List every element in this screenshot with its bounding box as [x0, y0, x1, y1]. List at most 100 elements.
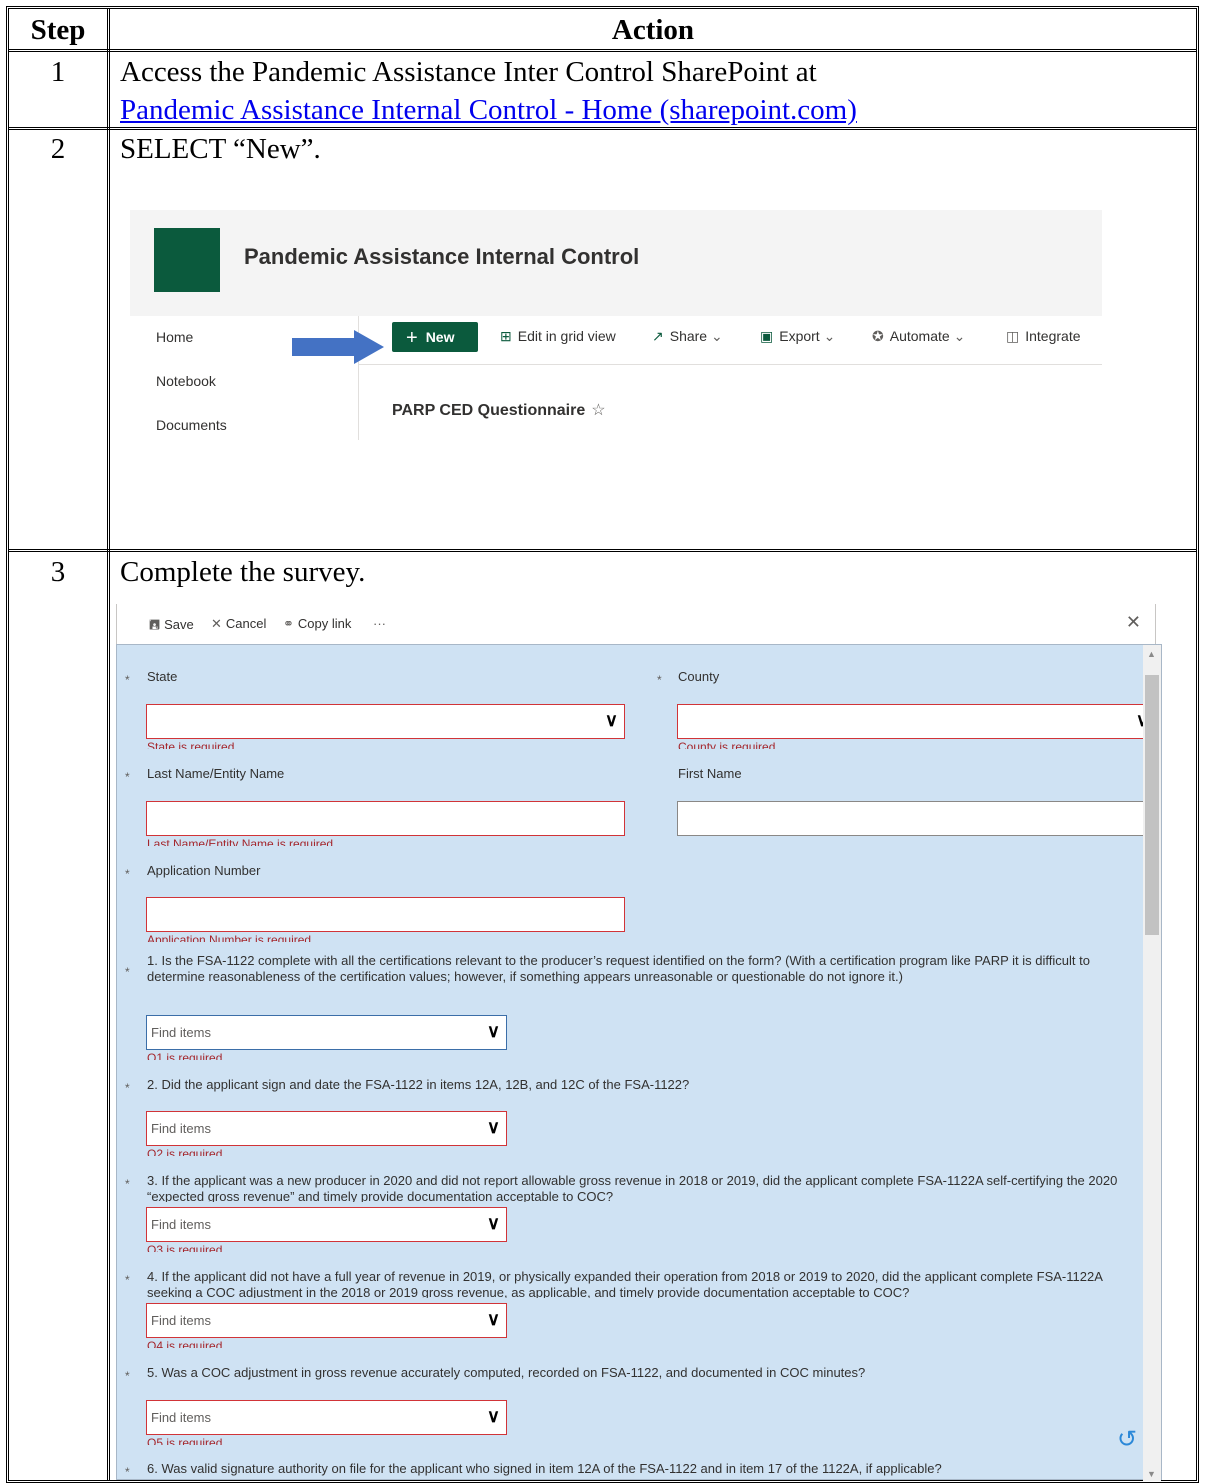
chevron-down-icon: ∨	[486, 1117, 500, 1137]
form-toolbar: 🖪 Save ✕ Cancel ⚭ Copy link ··· ✕	[116, 604, 1156, 644]
share-icon: ↗	[652, 328, 664, 344]
nav-item-home[interactable]: Home	[156, 322, 227, 366]
county-error: County is required	[678, 740, 776, 749]
form-body: * State * County ∨ ∨ State is required C…	[116, 644, 1162, 1481]
required-marker: *	[657, 673, 662, 687]
last-name-error: Last Name/Entity Name is required	[147, 837, 334, 846]
step-number: 2	[50, 133, 66, 165]
chevron-down-icon: ∨	[486, 1021, 500, 1041]
survey-form-screenshot: 🖪 Save ✕ Cancel ⚭ Copy link ··· ✕ * State *…	[116, 604, 1162, 1481]
question-4: 4. If the applicant did not have a full …	[147, 1269, 1103, 1298]
state-label: State	[147, 669, 178, 684]
required-marker: *	[125, 867, 130, 881]
row-divider	[9, 549, 1196, 552]
step-number: 1	[50, 56, 66, 88]
new-button[interactable]: + New	[392, 322, 478, 352]
chevron-down-icon: ⌄	[823, 328, 836, 344]
chevron-down-icon: ∨	[486, 1406, 500, 1426]
column-divider	[107, 9, 110, 1480]
cancel-label: Cancel	[225, 616, 267, 631]
edit-grid-button[interactable]: ⊞ Edit in grid view	[500, 328, 616, 345]
close-icon: ✕	[211, 616, 222, 631]
share-label: Share	[669, 328, 708, 344]
step-number: 3	[50, 556, 66, 588]
last-name-field[interactable]	[146, 801, 625, 836]
scroll-down-icon[interactable]: ▼	[1147, 1469, 1156, 1479]
q3-dropdown[interactable]: Find items ∨	[146, 1207, 507, 1242]
close-icon[interactable]: ✕	[1126, 612, 1141, 633]
save-icon: 🖪	[149, 617, 161, 632]
required-marker: *	[125, 1081, 130, 1095]
excel-icon: ▣	[760, 328, 774, 344]
chevron-down-icon: ⌄	[710, 328, 723, 344]
copy-link-label: Copy link	[297, 616, 352, 631]
question-3: 3. If the applicant was a new producer i…	[147, 1173, 1118, 1202]
form-scrollbar[interactable]: ▲ ▼	[1143, 645, 1161, 1481]
sharepoint-link[interactable]: Pandemic Assistance Internal Control - H…	[120, 94, 857, 126]
question-5: 5. Was a COC adjustment in gross revenue…	[147, 1365, 866, 1380]
star-icon[interactable]: ☆	[591, 402, 605, 419]
chevron-down-icon: ∨	[604, 710, 618, 730]
share-button[interactable]: ↗ Share ⌄	[652, 328, 723, 345]
step-1-text: Access the Pandemic Assistance Inter Con…	[120, 56, 817, 88]
q2-placeholder: Find items	[151, 1121, 211, 1136]
required-marker: *	[125, 1273, 130, 1287]
site-header: Pandemic Assistance Internal Control	[130, 210, 1102, 316]
scroll-up-icon[interactable]: ▲	[1147, 649, 1156, 659]
required-marker: *	[125, 1177, 130, 1191]
county-label: County	[678, 669, 720, 684]
county-dropdown[interactable]: ∨	[677, 704, 1156, 739]
required-marker: *	[125, 1369, 130, 1383]
automate-button[interactable]: ✪ Automate ⌄	[872, 328, 965, 345]
save-label: Save	[164, 617, 194, 632]
site-nav: Home Notebook Documents	[156, 322, 227, 454]
save-button[interactable]: 🖪 Save	[149, 616, 194, 638]
link-icon: ⚭	[283, 616, 294, 631]
step-1-link-wrap: Pandemic Assistance Internal Control - H…	[120, 92, 857, 128]
header-step: Step	[30, 14, 86, 46]
app-number-field[interactable]	[146, 897, 625, 932]
command-bar-divider	[359, 364, 1102, 365]
copy-link-button[interactable]: ⚭ Copy link	[283, 616, 351, 632]
automate-label: Automate	[889, 328, 950, 344]
plus-icon: +	[406, 327, 418, 349]
q5-placeholder: Find items	[151, 1410, 211, 1425]
q1-dropdown[interactable]: Find items ∨	[146, 1015, 507, 1050]
last-name-label: Last Name/Entity Name	[147, 766, 285, 781]
state-dropdown[interactable]: ∨	[146, 704, 625, 739]
integrate-button[interactable]: ◫ Integrate	[1006, 328, 1081, 345]
scrollbar-thumb[interactable]	[1145, 675, 1159, 935]
q2-dropdown[interactable]: Find items ∨	[146, 1111, 507, 1146]
undo-icon[interactable]: ↺	[1117, 1425, 1137, 1454]
more-button[interactable]: ···	[373, 616, 386, 631]
required-marker: *	[125, 1465, 130, 1479]
state-error: State is required	[147, 740, 235, 749]
header-action: Action	[611, 14, 695, 46]
grid-icon: ⊞	[500, 328, 512, 344]
site-logo	[154, 228, 220, 292]
site-title: Pandemic Assistance Internal Control	[244, 244, 640, 269]
required-marker: *	[125, 965, 130, 979]
q1-placeholder: Find items	[151, 1025, 211, 1040]
list-title: PARP CED Questionnaire ☆	[392, 400, 606, 420]
nav-item-documents[interactable]: Documents	[156, 410, 227, 454]
export-label: Export	[779, 328, 820, 344]
app-number-label: Application Number	[147, 863, 261, 878]
q4-dropdown[interactable]: Find items ∨	[146, 1303, 507, 1338]
export-button[interactable]: ▣ Export ⌄	[760, 328, 835, 345]
sharepoint-screenshot: Pandemic Assistance Internal Control Hom…	[130, 210, 1102, 442]
cancel-button[interactable]: ✕ Cancel	[211, 616, 266, 632]
q4-error: Q4 is required	[147, 1339, 223, 1348]
q5-dropdown[interactable]: Find items ∨	[146, 1400, 507, 1435]
q3-error: Q3 is required	[147, 1243, 223, 1252]
question-1: 1. Is the FSA-1122 complete with all the…	[147, 953, 1090, 984]
list-title-text: PARP CED Questionnaire	[392, 402, 586, 419]
arrow-right-icon	[292, 330, 384, 364]
first-name-field[interactable]	[677, 801, 1156, 836]
chevron-down-icon: ⌄	[953, 328, 966, 344]
new-button-label: New	[425, 329, 455, 345]
nav-item-notebook[interactable]: Notebook	[156, 366, 227, 410]
row-divider	[9, 49, 1196, 52]
q4-placeholder: Find items	[151, 1313, 211, 1328]
automate-icon: ✪	[872, 328, 884, 344]
